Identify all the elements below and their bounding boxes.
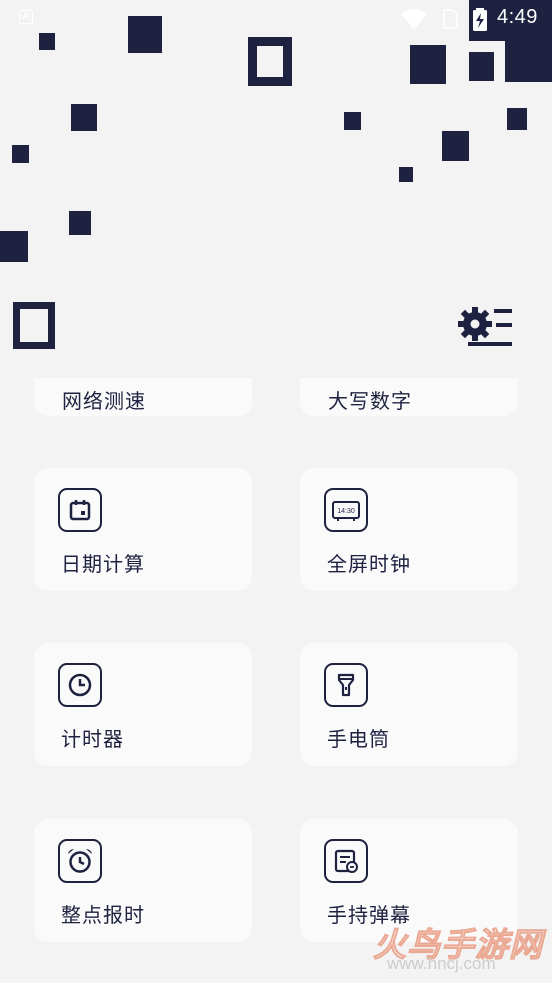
wifi-icon: [401, 9, 427, 29]
clock-time: 4:49: [497, 6, 538, 28]
tool-card-flashlight[interactable]: 手电筒: [300, 643, 518, 766]
sim-icon: [443, 9, 458, 29]
tool-grid[interactable]: 网络测速 大写数字 日期计算 14:30 全屏时钟 计时器 手电筒 整点报时 手…: [0, 378, 552, 983]
tool-card-fullscreen-clock[interactable]: 14:30 全屏时钟: [300, 468, 518, 591]
tool-card-date-calc[interactable]: 日期计算: [34, 468, 252, 591]
tool-label: 计时器: [61, 727, 124, 751]
pixel-block: [12, 145, 29, 163]
pixel-hollow-block: [248, 37, 292, 86]
pixel-block: [0, 231, 28, 262]
calendar-icon: [58, 488, 102, 532]
tool-label: 全屏时钟: [327, 552, 411, 576]
pixel-block: [507, 108, 527, 130]
status-bar: A 4:49: [0, 0, 552, 38]
tool-card-hourly-chime[interactable]: 整点报时: [34, 819, 252, 942]
pixel-block: [442, 131, 469, 161]
flashlight-icon: [324, 663, 368, 707]
settings-button[interactable]: [458, 304, 516, 350]
tool-label: 日期计算: [61, 552, 145, 576]
battery-charging-icon: [473, 8, 487, 31]
tool-card-uppercase-numbers[interactable]: 大写数字: [300, 378, 518, 416]
tool-card-network-speed[interactable]: 网络测速: [34, 378, 252, 416]
watermark-url: www.hncj.com: [387, 954, 496, 973]
tool-label: 手电筒: [327, 727, 390, 751]
digital-clock-icon: 14:30: [324, 488, 368, 532]
pixel-block: [69, 211, 91, 235]
digital-clock-text: 14:30: [337, 508, 355, 515]
app-logo: [13, 302, 55, 349]
gear-menu-icon: [458, 307, 512, 346]
tool-card-timer[interactable]: 计时器: [34, 643, 252, 766]
clock-icon: [58, 663, 102, 707]
pixel-block: [399, 167, 413, 182]
tool-label: 整点报时: [61, 903, 145, 927]
watermark: 火鸟手游网 www.hncj.com: [373, 918, 543, 976]
notification-icon: A: [19, 10, 33, 24]
pixel-block: [469, 52, 494, 81]
pixel-block: [344, 112, 361, 130]
tool-label: 网络测速: [62, 389, 146, 413]
pixel-block: [410, 45, 446, 84]
tool-label: 大写数字: [328, 389, 412, 413]
alarm-clock-icon: [58, 839, 102, 883]
pixel-block: [71, 104, 97, 131]
danmaku-icon: [324, 839, 368, 883]
